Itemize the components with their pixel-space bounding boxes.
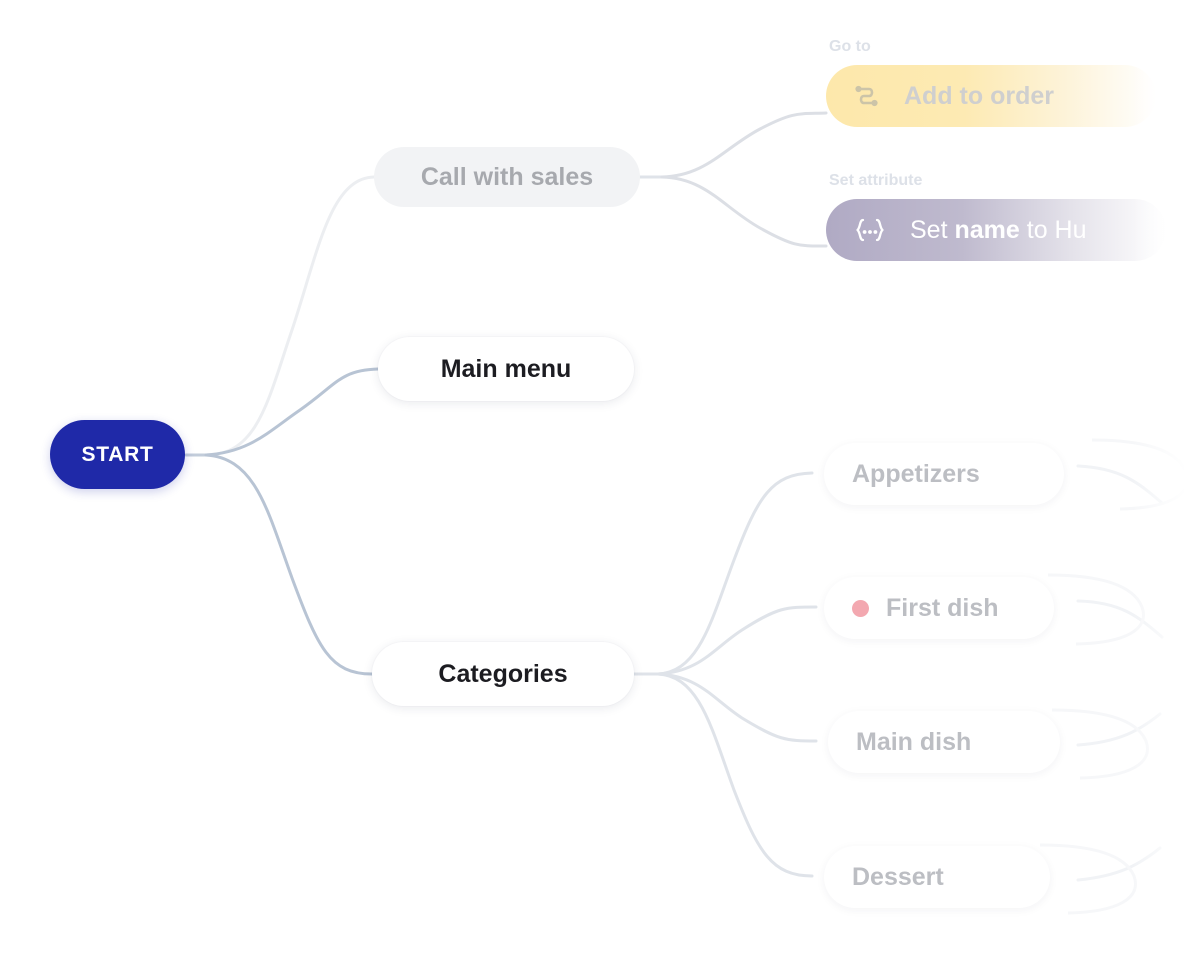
flow-path-icon — [852, 81, 882, 111]
action-set-attribute-caption: Set attribute — [829, 172, 923, 189]
chip-add-to-order-label: Add to order — [904, 81, 1054, 110]
edge-start-to-categories — [204, 453, 374, 676]
chip-set-attribute[interactable]: Set name to Hu — [826, 199, 1166, 261]
right-edge-fade — [1132, 0, 1202, 962]
node-main-menu[interactable]: Main menu — [378, 337, 634, 401]
node-first-dish[interactable]: First dish — [824, 577, 1054, 639]
action-go-to-caption: Go to — [829, 38, 871, 55]
edge-dessert-outgoing — [1076, 846, 1162, 882]
curly-braces-icon — [852, 215, 888, 245]
node-main-dish-label: Main dish — [856, 727, 972, 756]
edge-call-with-sales-to-set-attribute — [660, 175, 828, 248]
edge-start-to-main-menu — [204, 367, 380, 457]
edge-call-with-sales-to-go-to — [660, 111, 828, 179]
node-start-label: START — [81, 442, 154, 466]
node-appetizers-label: Appetizers — [852, 459, 980, 488]
ghost-node-outline-dessert — [1039, 843, 1137, 915]
node-dessert[interactable]: Dessert — [824, 846, 1050, 908]
edge-categories-to-dessert — [656, 672, 814, 878]
edge-first-dish-outgoing — [1076, 599, 1164, 639]
chip-set-attribute-suffix: to Hu — [1019, 215, 1087, 244]
edge-categories-to-appetizers — [656, 471, 814, 676]
action-set-attribute: Set attribute Set name to Hu — [826, 172, 1166, 261]
edge-appetizers-outgoing — [1076, 464, 1164, 505]
edge-main-dish-outgoing — [1076, 712, 1162, 747]
chip-set-attribute-attr: name — [954, 215, 1020, 244]
edge-categories-to-first-dish — [656, 605, 818, 676]
ghost-node-outline-main-dish — [1051, 708, 1149, 780]
edge-categories-to-main-dish — [656, 672, 818, 743]
ghost-node-outline-first-dish — [1047, 573, 1145, 646]
action-go-to: Go to Add to order — [826, 38, 1156, 127]
chip-set-attribute-prefix: Set — [910, 215, 955, 244]
flow-canvas: START Call with sales Main menu Categori… — [0, 0, 1202, 962]
node-call-with-sales[interactable]: Call with sales — [374, 147, 640, 207]
node-main-dish[interactable]: Main dish — [828, 711, 1060, 773]
chip-set-attribute-label: Set name to Hu — [910, 216, 1087, 245]
edge-start-to-call-with-sales — [204, 175, 376, 457]
node-categories[interactable]: Categories — [372, 642, 634, 706]
node-categories-label: Categories — [438, 659, 568, 688]
node-first-dish-label: First dish — [886, 593, 999, 622]
node-call-with-sales-label: Call with sales — [420, 162, 594, 191]
node-dessert-label: Dessert — [852, 862, 944, 891]
status-dot-icon — [852, 599, 869, 617]
node-main-menu-label: Main menu — [440, 354, 572, 383]
ghost-node-outline-appetizers — [1091, 438, 1189, 511]
node-appetizers[interactable]: Appetizers — [824, 443, 1064, 505]
node-start[interactable]: START — [50, 420, 185, 489]
chip-add-to-order[interactable]: Add to order — [826, 65, 1156, 127]
